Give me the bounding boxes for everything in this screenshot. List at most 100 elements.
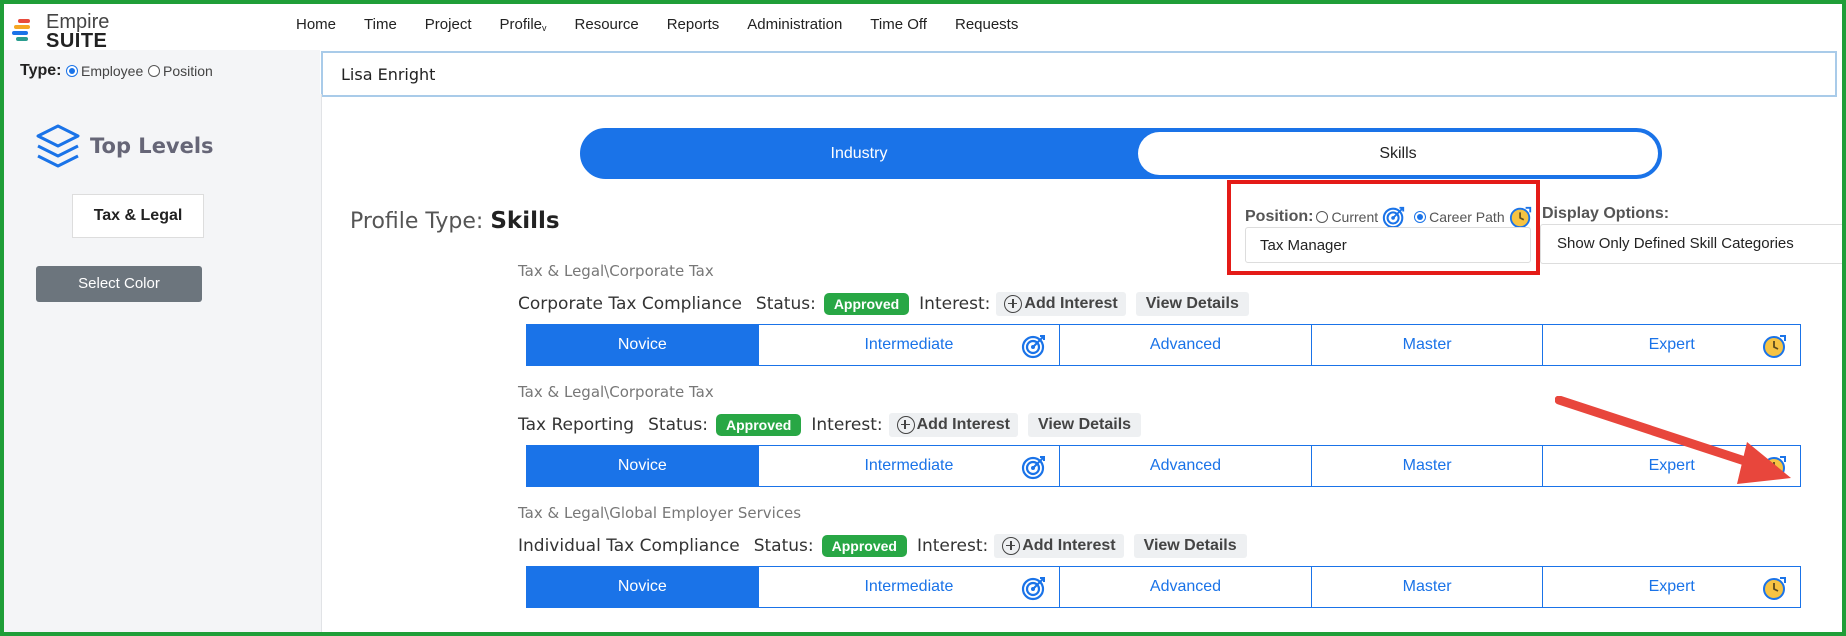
level-label: Advanced bbox=[1149, 457, 1222, 474]
top-level-item-tax-legal[interactable]: Tax & Legal bbox=[72, 194, 204, 238]
skill-category: Tax & Legal\Corporate Tax bbox=[518, 262, 714, 280]
nav-profile[interactable]: Profilev bbox=[499, 16, 546, 33]
type-label: Type: bbox=[20, 62, 62, 79]
skill-name: Individual Tax Compliance bbox=[518, 536, 740, 556]
layers-icon bbox=[36, 124, 80, 168]
skill-level-bar: Novice Intermediate Advanced Master Expert bbox=[526, 566, 1801, 608]
view-details-button[interactable]: View Details bbox=[1135, 292, 1249, 316]
level-novice[interactable]: Novice bbox=[527, 325, 759, 365]
red-annotation-arrow bbox=[1555, 396, 1791, 484]
nav-time-off[interactable]: Time Off bbox=[870, 16, 927, 33]
status-label: Status: bbox=[753, 536, 814, 556]
level-label: Master bbox=[1402, 578, 1452, 595]
level-novice[interactable]: Novice bbox=[527, 567, 759, 607]
nav-resource[interactable]: Resource bbox=[575, 16, 639, 33]
nav-requests[interactable]: Requests bbox=[955, 16, 1018, 33]
nav-reports[interactable]: Reports bbox=[667, 16, 720, 33]
level-label: Expert bbox=[1648, 578, 1695, 595]
level-label: Intermediate bbox=[864, 457, 954, 474]
display-options-select[interactable]: Show Only Defined Skill Categories bbox=[1540, 224, 1842, 264]
level-master[interactable]: Master bbox=[1312, 446, 1544, 486]
nav-project[interactable]: Project bbox=[425, 16, 472, 33]
nav-time[interactable]: Time bbox=[364, 16, 397, 33]
skill-category: Tax & Legal\Global Employer Services bbox=[518, 504, 802, 522]
display-options-label: Display Options: bbox=[1542, 205, 1670, 222]
skill-block: Tax & Legal\Global Employer Services Ind… bbox=[518, 504, 1808, 608]
target-icon bbox=[1022, 456, 1046, 480]
employee-search-input[interactable] bbox=[323, 53, 1835, 95]
add-interest-label: Add Interest bbox=[1022, 537, 1116, 554]
target-icon bbox=[1022, 577, 1046, 601]
type-option-employee[interactable]: Employee bbox=[66, 63, 143, 79]
skill-block: Tax & Legal\Corporate Tax Corporate Tax … bbox=[518, 262, 1808, 366]
clock-icon bbox=[1763, 577, 1787, 600]
type-selector: Type: Employee Position bbox=[4, 50, 320, 94]
level-label: Advanced bbox=[1149, 578, 1222, 595]
clock-icon bbox=[1763, 335, 1787, 358]
status-badge: Approved bbox=[821, 535, 907, 557]
level-label: Novice bbox=[617, 336, 667, 353]
level-expert[interactable]: Expert bbox=[1543, 325, 1800, 365]
level-label: Novice bbox=[617, 457, 667, 474]
level-intermediate[interactable]: Intermediate bbox=[759, 446, 1061, 486]
level-label: Expert bbox=[1648, 336, 1695, 353]
current-radio[interactable] bbox=[1316, 211, 1329, 223]
interest-label: Interest: bbox=[919, 294, 991, 314]
level-master[interactable]: Master bbox=[1312, 325, 1544, 365]
toggle-skills[interactable]: Skills bbox=[1138, 132, 1658, 175]
add-interest-button[interactable]: Add Interest bbox=[996, 292, 1126, 316]
level-advanced[interactable]: Advanced bbox=[1060, 567, 1312, 607]
career-path-radio[interactable] bbox=[1414, 211, 1427, 223]
nav-profile-label: Profile bbox=[499, 16, 543, 33]
top-levels-title: Top Levels bbox=[90, 134, 214, 158]
left-sidebar: Top Levels Tax & Legal Select Color bbox=[4, 94, 322, 632]
toggle-industry[interactable]: Industry bbox=[582, 130, 1136, 177]
add-interest-label: Add Interest bbox=[916, 416, 1010, 433]
employee-search-box bbox=[321, 51, 1837, 97]
level-label: Master bbox=[1402, 336, 1452, 353]
level-label: Master bbox=[1402, 457, 1452, 474]
position-label: Position: bbox=[1245, 208, 1314, 225]
level-advanced[interactable]: Advanced bbox=[1060, 446, 1312, 486]
type-option-position[interactable]: Position bbox=[148, 63, 213, 79]
skill-header: Corporate Tax Compliance Status: Approve… bbox=[518, 292, 1808, 316]
logo[interactable]: Empire SUITE bbox=[12, 8, 122, 52]
employee-radio[interactable] bbox=[66, 65, 78, 77]
current-radio-label: Current bbox=[1331, 209, 1379, 225]
level-label: Advanced bbox=[1149, 336, 1222, 353]
top-navbar: Empire SUITE Home Time Project Profilev … bbox=[4, 4, 1842, 52]
level-expert[interactable]: Expert bbox=[1543, 567, 1800, 607]
nav-administration[interactable]: Administration bbox=[747, 16, 842, 33]
add-interest-button[interactable]: Add Interest bbox=[994, 534, 1124, 558]
level-intermediate[interactable]: Intermediate bbox=[759, 567, 1061, 607]
add-interest-label: Add Interest bbox=[1024, 295, 1118, 312]
level-label: Intermediate bbox=[864, 336, 954, 353]
status-badge: Approved bbox=[823, 293, 910, 315]
profile-toggle: Industry Skills bbox=[580, 128, 1662, 179]
level-novice[interactable]: Novice bbox=[527, 446, 759, 486]
main-nav: Home Time Project Profilev Resource Repo… bbox=[296, 16, 1046, 33]
employee-radio-label: Employee bbox=[81, 63, 144, 79]
view-details-button[interactable]: View Details bbox=[1027, 413, 1142, 437]
top-levels-header: Top Levels bbox=[34, 122, 214, 170]
plus-circle-icon bbox=[1004, 295, 1023, 313]
target-icon bbox=[1022, 335, 1046, 359]
level-master[interactable]: Master bbox=[1312, 567, 1544, 607]
level-advanced[interactable]: Advanced bbox=[1060, 325, 1312, 365]
level-intermediate[interactable]: Intermediate bbox=[759, 325, 1061, 365]
level-label: Novice bbox=[617, 578, 667, 595]
level-label: Intermediate bbox=[864, 578, 954, 595]
status-label: Status: bbox=[648, 415, 709, 435]
view-details-button[interactable]: View Details bbox=[1133, 534, 1247, 558]
skill-name: Corporate Tax Compliance bbox=[518, 294, 742, 314]
profile-type-value: Skills bbox=[490, 208, 560, 234]
position-radio[interactable] bbox=[148, 65, 160, 77]
profile-type-heading: Profile Type: Skills bbox=[350, 208, 560, 234]
position-row: Position: Current Career Path bbox=[1245, 205, 1533, 229]
add-interest-button[interactable]: Add Interest bbox=[888, 413, 1018, 437]
nav-home[interactable]: Home bbox=[296, 16, 336, 33]
career-path-radio-label: Career Path bbox=[1429, 209, 1505, 225]
select-color-button[interactable]: Select Color bbox=[36, 266, 202, 302]
caret-down-icon: v bbox=[542, 23, 547, 33]
position-input[interactable]: Tax Manager bbox=[1245, 227, 1531, 263]
